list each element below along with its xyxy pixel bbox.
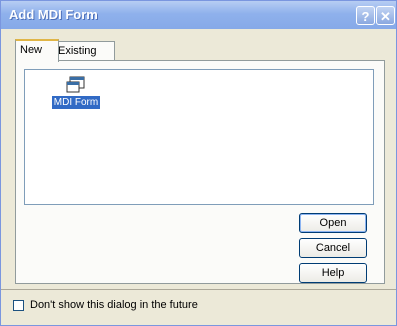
footer-divider (1, 289, 396, 290)
help-button[interactable]: Help (299, 263, 367, 283)
tab-existing[interactable]: Existing (53, 41, 115, 60)
open-button[interactable]: Open (299, 213, 367, 233)
help-title-button[interactable]: ? (356, 6, 375, 25)
form-template-list[interactable]: MDI Form (24, 69, 374, 205)
mdi-form-icon (66, 76, 85, 93)
close-icon: ✕ (380, 9, 391, 24)
cancel-button[interactable]: Cancel (299, 238, 367, 258)
question-mark-icon: ? (361, 9, 370, 24)
tab-new[interactable]: New (15, 39, 59, 62)
title-bar[interactable]: Add MDI Form ? ✕ (1, 1, 396, 29)
list-item-label: MDI Form (51, 96, 101, 109)
dont-show-checkbox[interactable] (13, 300, 24, 311)
dont-show-label[interactable]: Don't show this dialog in the future (30, 299, 198, 311)
window-title: Add MDI Form (9, 7, 98, 22)
list-item[interactable]: MDI Form (47, 76, 105, 109)
add-mdi-form-dialog: Add MDI Form ? ✕ New Existing MDI Form O… (0, 0, 397, 326)
close-title-button[interactable]: ✕ (376, 6, 395, 25)
